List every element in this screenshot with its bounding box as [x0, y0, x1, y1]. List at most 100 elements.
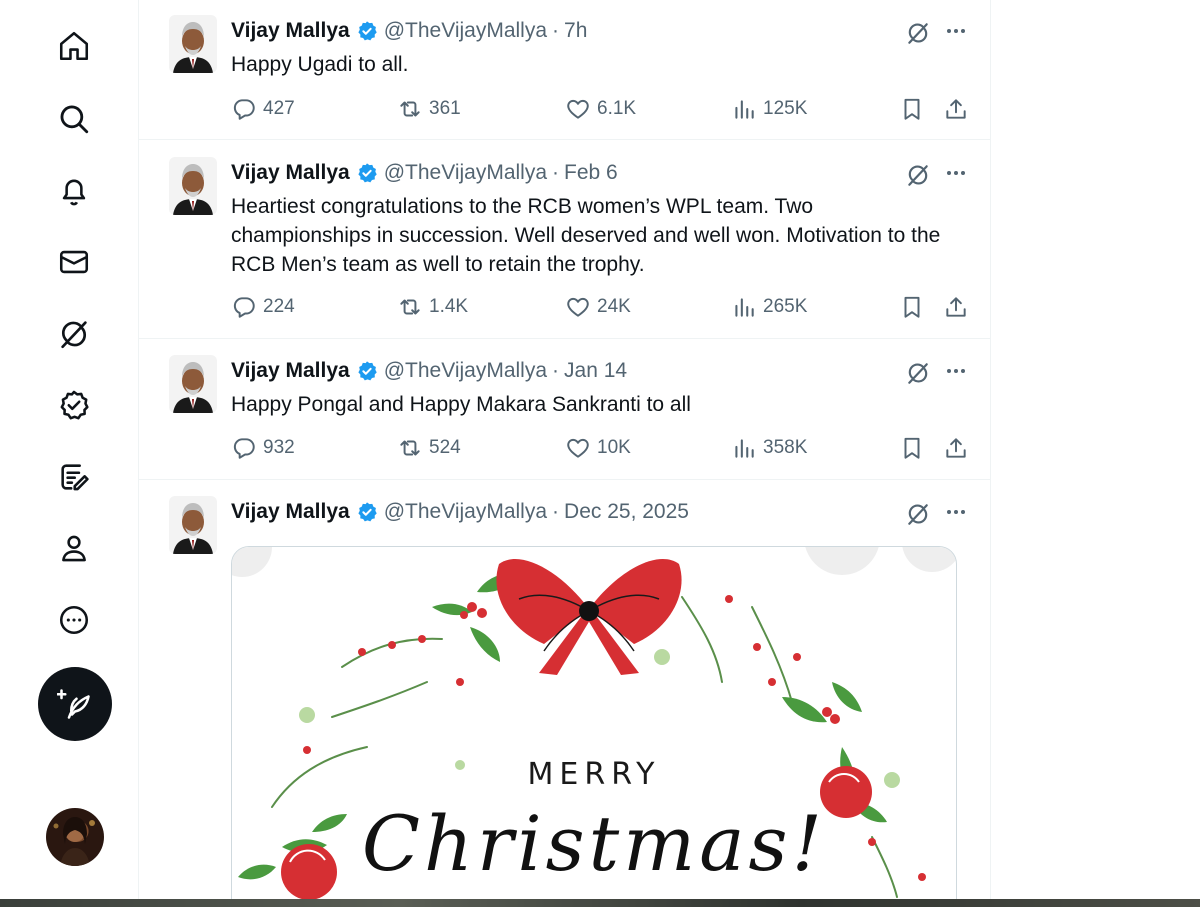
- reply-button[interactable]: 932: [231, 433, 295, 463]
- repost-button[interactable]: 361: [397, 94, 461, 124]
- media-caption-line1: MERRY: [527, 757, 661, 792]
- reply-icon: [233, 297, 255, 318]
- author-avatar[interactable]: [169, 496, 217, 554]
- verified-icon: [358, 361, 377, 381]
- grok-icon[interactable]: [50, 310, 98, 358]
- mail-icon[interactable]: [50, 238, 98, 286]
- tweet[interactable]: Vijay Mallya @TheVijayMallya · Feb 6 Hea…: [139, 140, 990, 339]
- repost-button[interactable]: 1.4K: [397, 292, 468, 322]
- compose-post-button[interactable]: [38, 667, 112, 741]
- heart-icon: [567, 438, 589, 458]
- timeline: Vijay Mallya @TheVijayMallya · 7h Happy …: [138, 0, 991, 907]
- bookmark-icon: [904, 437, 920, 459]
- tweet-timestamp[interactable]: Jan 14: [564, 359, 627, 383]
- reply-count: 427: [263, 98, 295, 119]
- repost-count: 361: [429, 98, 461, 119]
- repost-count: 1.4K: [429, 296, 469, 317]
- views-icon: [735, 100, 754, 119]
- views-button[interactable]: 265K: [731, 292, 807, 322]
- reply-button[interactable]: 427: [231, 94, 295, 124]
- verified-badge-icon[interactable]: [50, 381, 98, 429]
- feather-plus-icon: [57, 689, 90, 719]
- tweet[interactable]: Vijay Mallya @TheVijayMallya · Jan 14 Ha…: [139, 338, 990, 480]
- like-count: 24K: [597, 296, 631, 317]
- tweet-timestamp[interactable]: 7h: [564, 19, 587, 43]
- tweet-actions: 932 524 10K 358K: [231, 433, 971, 463]
- repost-icon: [400, 101, 420, 117]
- separator-dot: ·: [552, 359, 560, 382]
- repost-icon: [400, 440, 420, 456]
- tweet-header: Vijay Mallya @TheVijayMallya · Jan 14: [231, 358, 627, 384]
- views-count: 358K: [763, 437, 808, 458]
- reply-count: 224: [263, 296, 295, 317]
- bell-icon[interactable]: [50, 167, 98, 215]
- reply-icon: [233, 99, 255, 120]
- share-icon: [946, 297, 966, 317]
- reply-count: 932: [263, 437, 295, 458]
- tweet-text: Happy Ugadi to all.: [231, 53, 409, 76]
- like-button[interactable]: 10K: [565, 433, 631, 463]
- more-icon[interactable]: [943, 499, 969, 525]
- grok-icon[interactable]: [903, 160, 933, 190]
- desktop-background-strip: [0, 899, 1200, 907]
- author-avatar[interactable]: [169, 355, 217, 413]
- bookmark-button[interactable]: [899, 433, 925, 463]
- author-name[interactable]: Vijay Mallya: [231, 19, 350, 43]
- more-circle-icon[interactable]: [50, 596, 98, 644]
- more-icon[interactable]: [943, 18, 969, 44]
- share-button[interactable]: [943, 433, 969, 463]
- views-button[interactable]: 125K: [731, 94, 807, 124]
- tweet-timestamp[interactable]: Feb 6: [564, 161, 618, 185]
- verified-icon: [358, 21, 377, 41]
- author-name[interactable]: Vijay Mallya: [231, 359, 350, 383]
- repost-count: 524: [429, 437, 461, 458]
- views-count: 125K: [763, 98, 808, 119]
- author-avatar[interactable]: [169, 15, 217, 73]
- tweet-header: Vijay Mallya @TheVijayMallya · 7h: [231, 18, 587, 44]
- like-count: 10K: [597, 437, 631, 458]
- account-avatar[interactable]: [46, 808, 104, 866]
- tweet-text: Happy Pongal and Happy Makara Sankranti …: [231, 393, 691, 416]
- author-handle[interactable]: @TheVijayMallya: [384, 161, 547, 185]
- grok-icon[interactable]: [903, 18, 933, 48]
- separator-dot: ·: [552, 161, 560, 184]
- media-caption-line2: Christmas!: [361, 799, 827, 888]
- author-name[interactable]: Vijay Mallya: [231, 161, 350, 185]
- person-icon[interactable]: [50, 524, 98, 572]
- share-button[interactable]: [943, 292, 969, 322]
- bookmark-button[interactable]: [899, 292, 925, 322]
- tweet-actions: 224 1.4K 24K 265K: [231, 292, 971, 322]
- like-button[interactable]: 24K: [565, 292, 631, 322]
- author-avatar[interactable]: [169, 157, 217, 215]
- verified-icon: [358, 163, 377, 183]
- views-button[interactable]: 358K: [731, 433, 807, 463]
- tweet[interactable]: Vijay Mallya @TheVijayMallya · 7h Happy …: [139, 0, 990, 140]
- share-icon: [946, 99, 966, 119]
- share-icon: [946, 438, 966, 458]
- compose-article-icon[interactable]: [50, 453, 98, 501]
- repost-button[interactable]: 524: [397, 433, 461, 463]
- author-name[interactable]: Vijay Mallya: [231, 500, 350, 524]
- grok-icon[interactable]: [903, 358, 933, 388]
- views-count: 265K: [763, 296, 808, 317]
- repost-icon: [400, 299, 420, 315]
- author-handle[interactable]: @TheVijayMallya: [384, 500, 547, 524]
- grok-icon[interactable]: [903, 499, 933, 529]
- author-handle[interactable]: @TheVijayMallya: [384, 359, 547, 383]
- bookmark-button[interactable]: [899, 94, 925, 124]
- share-button[interactable]: [943, 94, 969, 124]
- more-icon[interactable]: [943, 358, 969, 384]
- reply-icon: [233, 438, 255, 459]
- like-button[interactable]: 6.1K: [565, 94, 636, 124]
- views-icon: [735, 298, 754, 317]
- tweet-text: Heartiest congratulations to the RCB wom…: [231, 195, 941, 276]
- reply-button[interactable]: 224: [231, 292, 295, 322]
- left-nav: [0, 0, 138, 907]
- tweet-media-image[interactable]: MERRY Christmas!: [231, 546, 957, 907]
- tweet-timestamp[interactable]: Dec 25, 2025: [564, 500, 689, 524]
- home-icon[interactable]: [50, 22, 98, 70]
- bookmark-icon: [904, 296, 920, 318]
- author-handle[interactable]: @TheVijayMallya: [384, 19, 547, 43]
- more-icon[interactable]: [943, 160, 969, 186]
- search-icon[interactable]: [50, 95, 98, 143]
